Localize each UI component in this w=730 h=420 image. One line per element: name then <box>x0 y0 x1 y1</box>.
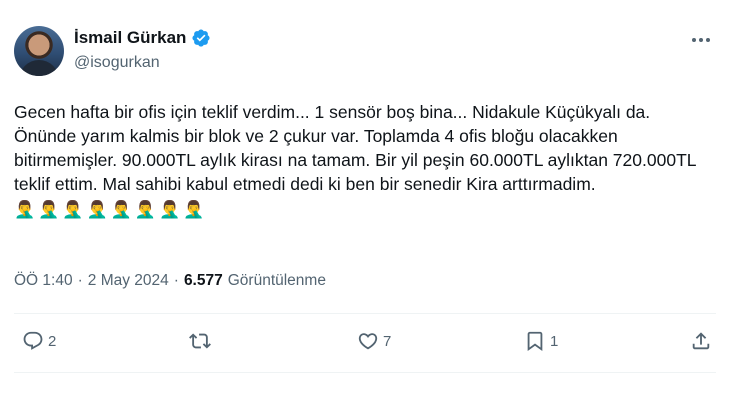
divider <box>14 372 716 373</box>
bookmark-button[interactable]: 1 <box>524 330 558 352</box>
retweet-icon <box>189 333 211 349</box>
meta-separator: · <box>77 272 83 289</box>
verified-badge-icon <box>192 29 210 47</box>
meta-separator: · <box>173 272 179 289</box>
share-button[interactable] <box>690 330 712 352</box>
bookmark-count: 1 <box>550 332 559 350</box>
tweet-text: Gecen hafta bir ofis için teklif verdim.… <box>14 100 714 222</box>
like-icon <box>358 333 378 350</box>
avatar[interactable] <box>14 26 64 76</box>
share-icon <box>692 332 710 350</box>
reply-icon <box>23 331 43 350</box>
bookmark-icon <box>527 331 543 352</box>
views-count: 6.577 <box>183 272 223 289</box>
tweet-text-content: Gecen hafta bir ofis için teklif verdim.… <box>14 102 696 194</box>
action-bar: 2 7 1 <box>14 330 716 360</box>
more-icon[interactable] <box>688 30 714 50</box>
facepalm-emoji-row: 🤦‍♂️🤦‍♂️🤦‍♂️🤦‍♂️🤦‍♂️🤦‍♂️🤦‍♂️🤦‍♂️ <box>14 200 208 219</box>
like-button[interactable]: 7 <box>357 330 391 352</box>
retweet-button[interactable] <box>189 330 215 352</box>
tweet-date[interactable]: 2 May 2024 <box>88 272 169 290</box>
like-count: 7 <box>383 332 392 350</box>
author-handle[interactable]: @isogurkan <box>74 54 160 72</box>
tweet-meta: ÖÖ 1:40 · 2 May 2024 · 6.577 Görüntülenm… <box>14 272 326 290</box>
divider <box>14 313 716 314</box>
reply-button[interactable]: 2 <box>22 330 56 352</box>
tweet-header: İsmail Gürkan @isogurkan <box>14 26 716 82</box>
views-label: Görüntülenme <box>227 272 326 289</box>
author-name-row[interactable]: İsmail Gürkan <box>74 28 211 48</box>
author-name[interactable]: İsmail Gürkan <box>74 28 186 48</box>
tweet-time[interactable]: ÖÖ 1:40 <box>14 272 73 290</box>
reply-count: 2 <box>48 332 57 350</box>
